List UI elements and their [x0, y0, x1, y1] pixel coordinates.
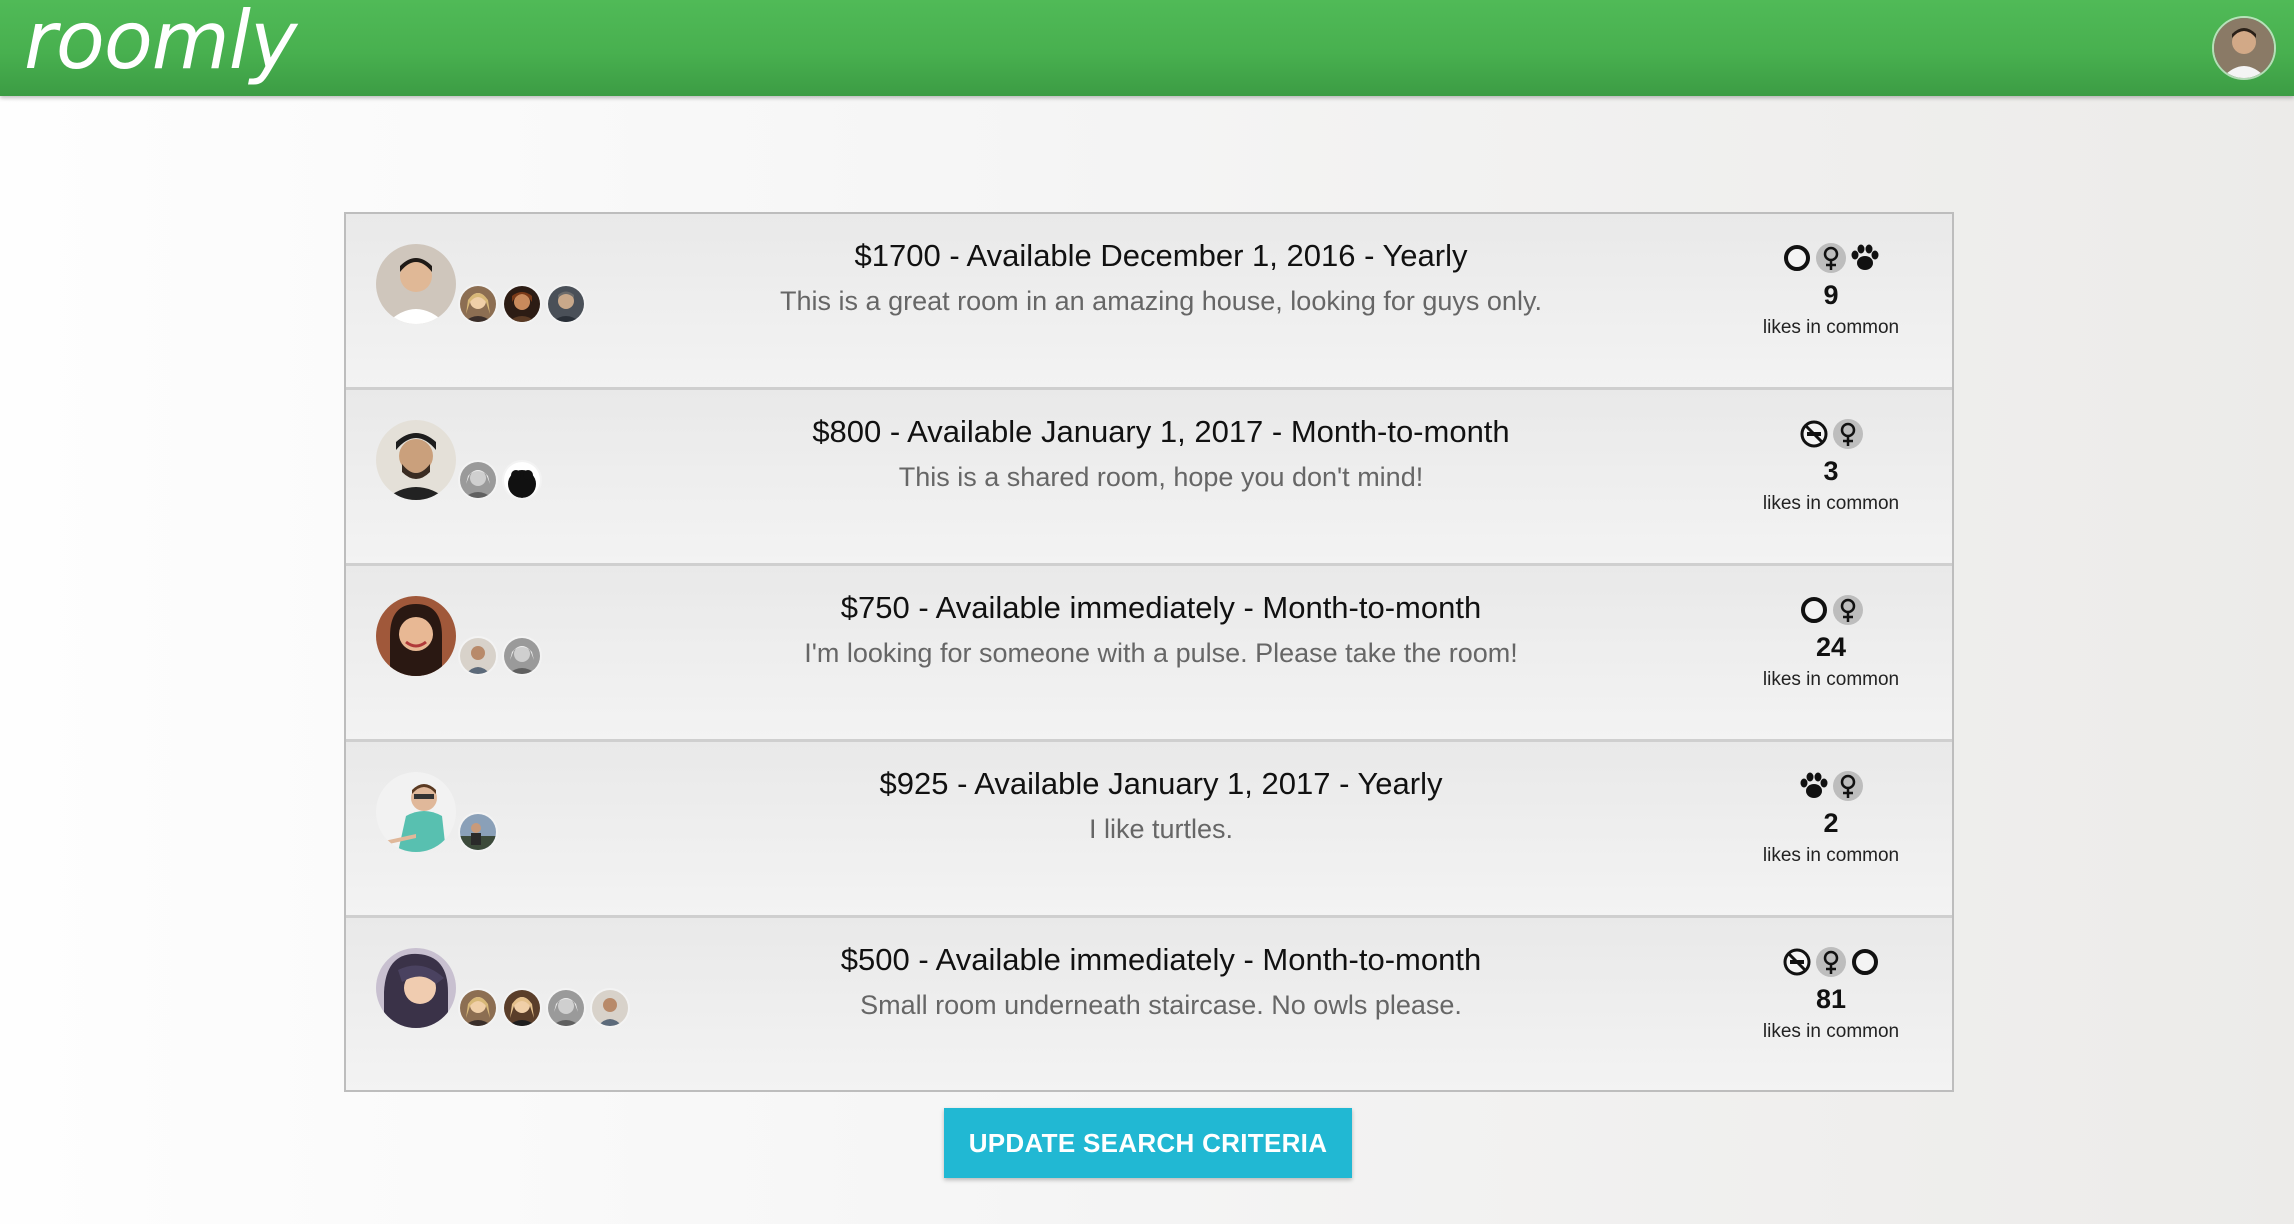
- listing-title[interactable]: $800 - Available January 1, 2017 - Month…: [646, 414, 1676, 450]
- listing-title[interactable]: $750 - Available immediately - Month-to-…: [646, 590, 1676, 626]
- person-photo-icon: [376, 244, 456, 324]
- preference-icons: [1746, 594, 1916, 628]
- update-search-criteria-button[interactable]: UPDATE SEARCH CRITERIA: [944, 1108, 1352, 1178]
- likes-label: likes in common: [1762, 317, 1900, 338]
- app-logo[interactable]: roomly: [24, 0, 297, 87]
- male-icon: [1852, 949, 1878, 975]
- listing-title[interactable]: $1700 - Available December 1, 2016 - Yea…: [646, 238, 1676, 274]
- person-photo-icon: [376, 596, 456, 676]
- listing-card[interactable]: $1700 - Available December 1, 2016 - Yea…: [346, 214, 1952, 390]
- likes-label: likes in common: [1762, 1021, 1900, 1042]
- male-icon: [1801, 597, 1827, 623]
- listing-card[interactable]: $800 - Available January 1, 2017 - Month…: [346, 390, 1952, 566]
- likes-count: 3: [1823, 456, 1839, 486]
- owner-avatar[interactable]: [376, 244, 456, 324]
- listing-match-info: 81 likes in common: [1746, 946, 1916, 1043]
- paw-icon: [1800, 772, 1828, 798]
- roommate-avatar[interactable]: [502, 284, 542, 324]
- listing-description: I like turtles.: [1088, 814, 1234, 844]
- roommate-avatar[interactable]: [546, 284, 586, 324]
- female-icon: [1816, 947, 1846, 977]
- roommate-avatars: [458, 284, 590, 324]
- roommate-avatar[interactable]: [458, 460, 498, 500]
- user-avatar[interactable]: [2212, 16, 2276, 80]
- female-icon: [1833, 595, 1863, 625]
- owner-avatar[interactable]: [376, 772, 456, 852]
- roommate-avatar[interactable]: [458, 636, 498, 676]
- person-photo-icon: [376, 772, 456, 852]
- roommate-avatar[interactable]: [458, 988, 498, 1028]
- roommate-avatar[interactable]: [502, 460, 542, 500]
- likes-count: 9: [1823, 280, 1839, 310]
- listing-card[interactable]: $750 - Available immediately - Month-to-…: [346, 566, 1952, 742]
- roommate-avatars: [458, 988, 634, 1028]
- listing-title[interactable]: $500 - Available immediately - Month-to-…: [646, 942, 1676, 978]
- listing-description: This is a great room in an amazing house…: [780, 286, 1542, 316]
- likes-label: likes in common: [1762, 845, 1900, 866]
- female-icon: [1833, 419, 1863, 449]
- top-bar: roomly: [0, 0, 2294, 96]
- preference-icons: [1746, 946, 1916, 980]
- listing-results: $1700 - Available December 1, 2016 - Yea…: [344, 212, 1954, 1092]
- listing-description: This is a shared room, hope you don't mi…: [898, 462, 1424, 492]
- roommate-avatars: [458, 636, 546, 676]
- avatar-photo-icon: [2214, 18, 2274, 78]
- roommate-avatar[interactable]: [502, 988, 542, 1028]
- roommate-avatar[interactable]: [546, 988, 586, 1028]
- likes-count: 2: [1823, 808, 1839, 838]
- owner-avatar[interactable]: [376, 948, 456, 1028]
- no-smoking-icon: [1783, 948, 1811, 976]
- listing-description: I'm looking for someone with a pulse. Pl…: [804, 638, 1518, 668]
- roommate-avatar[interactable]: [458, 812, 498, 852]
- preference-icons: [1746, 770, 1916, 804]
- listing-card[interactable]: $500 - Available immediately - Month-to-…: [346, 918, 1952, 1090]
- owner-avatar[interactable]: [376, 596, 456, 676]
- listing-title[interactable]: $925 - Available January 1, 2017 - Yearl…: [646, 766, 1676, 802]
- male-icon: [1784, 245, 1810, 271]
- listing-match-info: 24 likes in common: [1746, 594, 1916, 691]
- owner-avatar[interactable]: [376, 420, 456, 500]
- female-icon: [1816, 243, 1846, 273]
- female-icon: [1833, 771, 1863, 801]
- roommate-avatar[interactable]: [458, 284, 498, 324]
- likes-count: 24: [1815, 632, 1847, 662]
- likes-label: likes in common: [1762, 669, 1900, 690]
- listing-card[interactable]: $925 - Available January 1, 2017 - Yearl…: [346, 742, 1952, 918]
- listing-match-info: 3 likes in common: [1746, 418, 1916, 515]
- likes-count: 81: [1815, 984, 1847, 1014]
- person-photo-icon: [376, 420, 456, 500]
- roommate-avatars: [458, 460, 546, 500]
- roommate-avatar[interactable]: [590, 988, 630, 1028]
- listing-match-info: 9 likes in common: [1746, 242, 1916, 339]
- preference-icons: [1746, 242, 1916, 276]
- likes-label: likes in common: [1762, 493, 1900, 514]
- no-smoking-icon: [1800, 420, 1828, 448]
- listing-match-info: 2 likes in common: [1746, 770, 1916, 867]
- person-photo-icon: [376, 948, 456, 1028]
- roommate-avatars: [458, 812, 502, 852]
- listing-description: Small room underneath staircase. No owls…: [860, 990, 1462, 1020]
- preference-icons: [1746, 418, 1916, 452]
- paw-icon: [1851, 244, 1879, 270]
- roommate-avatar[interactable]: [502, 636, 542, 676]
